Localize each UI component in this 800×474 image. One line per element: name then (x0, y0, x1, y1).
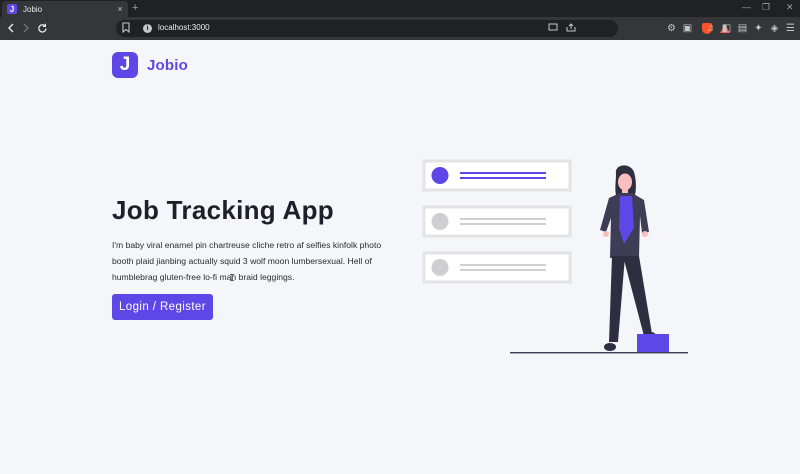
tab-favicon-icon: J (7, 4, 17, 14)
forward-icon[interactable] (18, 20, 34, 36)
reload-icon[interactable] (34, 20, 50, 36)
site-info-icon[interactable]: i (143, 24, 152, 33)
ground-line (510, 352, 688, 354)
brand-logo[interactable]: J Jobio (112, 52, 188, 78)
brand-name: Jobio (147, 56, 188, 74)
person-figure (600, 165, 656, 351)
logo-mark-icon: J (112, 52, 138, 78)
media-icon[interactable]: ♫ (705, 23, 716, 34)
box-prop (637, 334, 669, 352)
wallet-icon[interactable]: ▤ (737, 23, 748, 34)
minimize-button[interactable]: — (742, 2, 751, 12)
leo-ai-icon[interactable]: ✦ (753, 23, 764, 34)
new-tab-button[interactable]: + (132, 2, 138, 14)
close-window-button[interactable]: ✕ (786, 2, 794, 13)
hero-description: I'm baby viral enamel pin chartreuse cli… (112, 240, 382, 282)
vpn-icon[interactable]: ◈ (769, 23, 780, 34)
browser-tab-bar: J Jobio × + — ❐ ✕ (0, 0, 800, 17)
extensions-icon[interactable]: ⚙ (666, 23, 677, 34)
job-card-1 (422, 159, 572, 192)
cast-icon[interactable] (548, 23, 558, 34)
back-icon[interactable] (3, 20, 19, 36)
menu-icon[interactable]: ☰ (785, 23, 796, 34)
url-text[interactable]: localhost:3000 (158, 23, 210, 32)
hero-illustration (422, 159, 688, 354)
screenshot-icon[interactable]: ▣ (682, 23, 693, 34)
browser-tab[interactable]: J Jobio × (2, 1, 128, 17)
browser-toolbar: i localhost:3000 ⚙ ▣ ♫ ◧ ▤ ✦ ◈ ☰ (0, 17, 800, 40)
address-bar[interactable]: i localhost:3000 (116, 20, 730, 37)
hero-title: Job Tracking App (112, 195, 334, 225)
job-card-3 (422, 251, 572, 284)
share-icon[interactable] (566, 23, 576, 34)
bookmark-icon[interactable] (122, 22, 130, 36)
login-register-button[interactable]: Login / Register (112, 294, 213, 320)
tab-title: Jobio (23, 4, 43, 14)
job-card-2 (422, 205, 572, 238)
landing-page: J Jobio Job Tracking App I'm baby viral … (0, 40, 800, 474)
sidebar-icon[interactable]: ◧ (721, 23, 732, 34)
tab-close-icon[interactable]: × (114, 4, 126, 14)
maximize-button[interactable]: ❐ (762, 2, 770, 13)
text-cursor-icon: I (229, 273, 236, 284)
